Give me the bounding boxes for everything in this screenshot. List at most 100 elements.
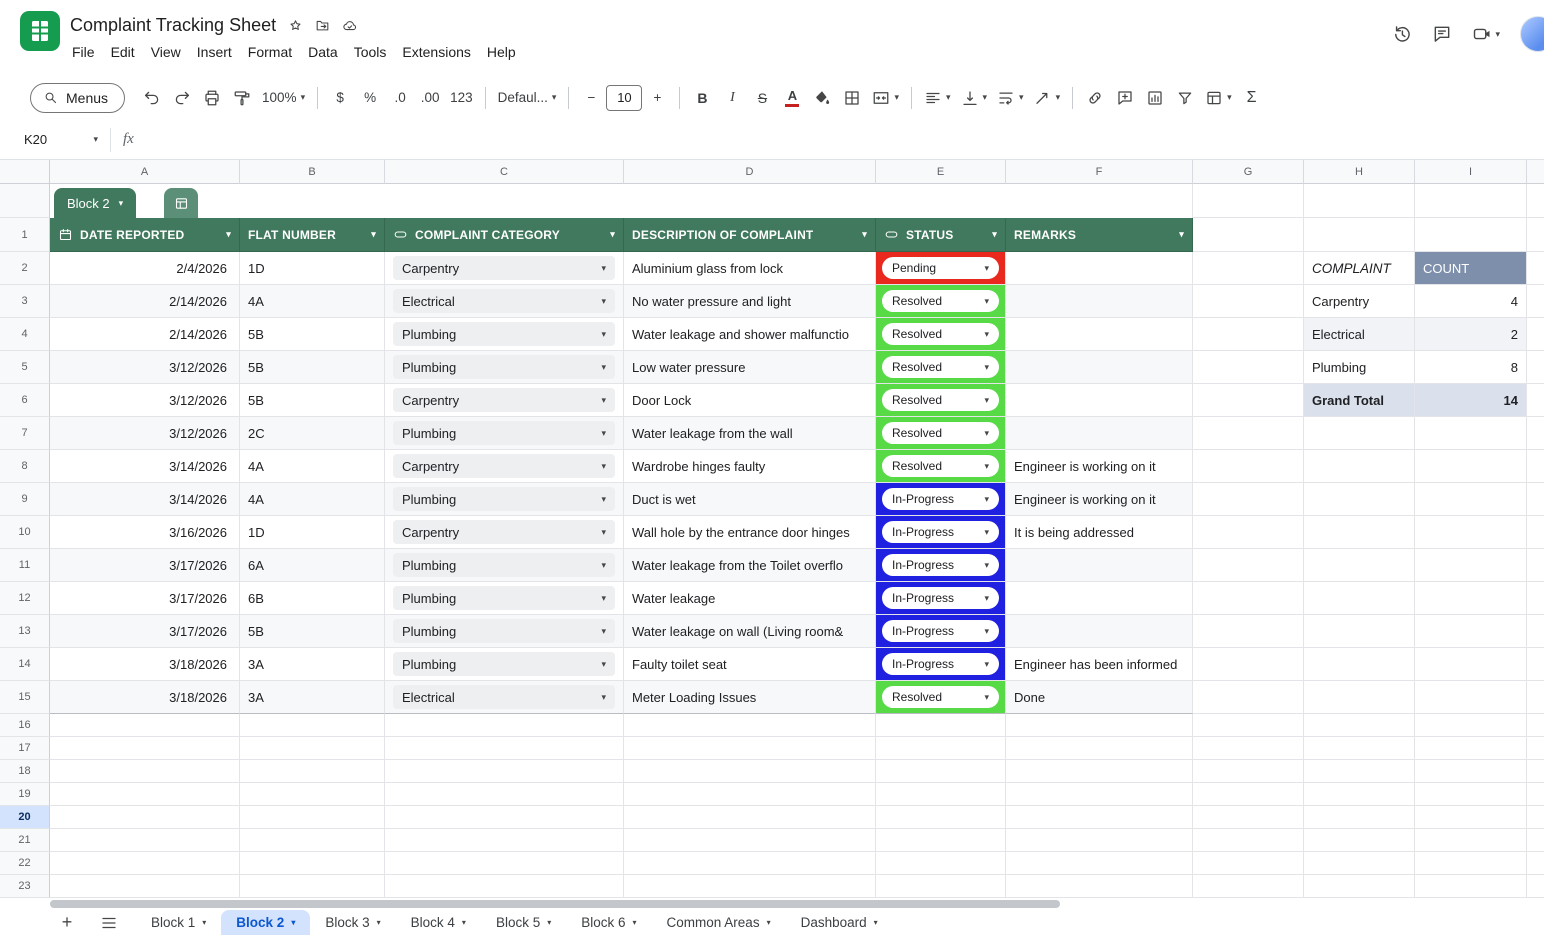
horizontal-align-button[interactable]: ▾: [919, 83, 956, 113]
menus-search-button[interactable]: Menus: [30, 82, 126, 113]
cell-description[interactable]: Wardrobe hinges faulty: [624, 450, 876, 483]
category-dropdown[interactable]: Electrical ▾: [393, 685, 615, 709]
cell[interactable]: [1304, 681, 1415, 714]
cell-category[interactable]: Plumbing ▾: [385, 318, 624, 351]
cell[interactable]: [1193, 384, 1304, 417]
cell-remarks[interactable]: [1006, 252, 1193, 285]
cell[interactable]: [240, 714, 385, 737]
cell[interactable]: [1193, 829, 1304, 852]
fill-color-button[interactable]: [807, 83, 837, 113]
row-number[interactable]: 22: [0, 852, 50, 875]
cell[interactable]: [1304, 549, 1415, 582]
category-dropdown[interactable]: Plumbing ▾: [393, 553, 615, 577]
cell[interactable]: [1193, 318, 1304, 351]
table-name-chip[interactable]: Block 2 ▾: [54, 188, 137, 218]
header-flat-number[interactable]: FLAT NUMBER ▾: [240, 218, 385, 252]
row-number[interactable]: 14: [0, 648, 50, 681]
cell[interactable]: [624, 829, 876, 852]
increase-decimal-button[interactable]: .00: [415, 83, 445, 113]
cell[interactable]: [1415, 516, 1527, 549]
cell[interactable]: [1304, 615, 1415, 648]
cell[interactable]: [1415, 648, 1527, 681]
cell-status[interactable]: In-Progress ▾: [876, 549, 1006, 582]
zoom-dropdown[interactable]: 100% ▾: [257, 83, 310, 113]
cell[interactable]: [1304, 450, 1415, 483]
cell-category[interactable]: Carpentry ▾: [385, 516, 624, 549]
cell-flat[interactable]: 5B: [240, 615, 385, 648]
cell[interactable]: [624, 852, 876, 875]
cell[interactable]: [1006, 760, 1193, 783]
cell-flat[interactable]: 5B: [240, 351, 385, 384]
menu-insert[interactable]: Insert: [189, 41, 240, 63]
decrease-decimal-button[interactable]: .0: [385, 83, 415, 113]
cell[interactable]: [1304, 852, 1415, 875]
paint-format-button[interactable]: [227, 83, 257, 113]
cell[interactable]: [876, 760, 1006, 783]
cell[interactable]: [1304, 582, 1415, 615]
category-dropdown[interactable]: Plumbing ▾: [393, 586, 615, 610]
row-number[interactable]: 9: [0, 483, 50, 516]
cell-date[interactable]: 3/12/2026: [50, 384, 240, 417]
menu-view[interactable]: View: [143, 41, 189, 63]
cell-category[interactable]: Plumbing ▾: [385, 351, 624, 384]
cell[interactable]: [1193, 760, 1304, 783]
cell[interactable]: [1415, 829, 1527, 852]
cell-remarks[interactable]: [1006, 318, 1193, 351]
cell[interactable]: [1304, 737, 1415, 760]
cell[interactable]: [1193, 582, 1304, 615]
cell-remarks[interactable]: Engineer is working on it: [1006, 483, 1193, 516]
status-dropdown[interactable]: Pending ▾: [882, 257, 999, 279]
row-number[interactable]: 5: [0, 351, 50, 384]
join-call-button[interactable]: ▾: [1472, 24, 1500, 44]
header-complaint-category[interactable]: COMPLAINT CATEGORY ▾: [385, 218, 624, 252]
row-number[interactable]: 23: [0, 875, 50, 898]
cell[interactable]: [624, 737, 876, 760]
column-header-d[interactable]: D: [624, 160, 876, 184]
cell[interactable]: [1304, 516, 1415, 549]
menu-tools[interactable]: Tools: [346, 41, 395, 63]
category-dropdown[interactable]: Plumbing ▾: [393, 652, 615, 676]
font-dropdown[interactable]: Defaul... ▾: [493, 83, 562, 113]
cell-date[interactable]: 2/14/2026: [50, 318, 240, 351]
column-header-a[interactable]: A: [50, 160, 240, 184]
category-dropdown[interactable]: Plumbing ▾: [393, 322, 615, 346]
cell-status[interactable]: Pending ▾: [876, 252, 1006, 285]
menu-extensions[interactable]: Extensions: [394, 41, 478, 63]
column-header-b[interactable]: B: [240, 160, 385, 184]
cell[interactable]: [240, 875, 385, 898]
cell[interactable]: [1304, 184, 1415, 218]
cell[interactable]: [1415, 852, 1527, 875]
sheet-tab-block-4[interactable]: Block 4 ▾: [396, 910, 481, 935]
cell[interactable]: [1415, 714, 1527, 737]
column-header-c[interactable]: C: [385, 160, 624, 184]
cell-remarks[interactable]: [1006, 582, 1193, 615]
select-all-corner[interactable]: [0, 160, 50, 184]
version-history-icon[interactable]: [1392, 24, 1412, 44]
cell[interactable]: [50, 714, 240, 737]
summary-header-complaint[interactable]: COMPLAINT: [1304, 252, 1415, 285]
cell[interactable]: [50, 852, 240, 875]
cell[interactable]: [1415, 582, 1527, 615]
text-wrap-button[interactable]: ▾: [992, 83, 1029, 113]
functions-button[interactable]: Σ: [1237, 83, 1267, 113]
row-number[interactable]: 6: [0, 384, 50, 417]
menu-data[interactable]: Data: [300, 41, 346, 63]
cell[interactable]: [1193, 615, 1304, 648]
increase-font-size-button[interactable]: +: [642, 83, 672, 113]
cell[interactable]: [1415, 783, 1527, 806]
cell[interactable]: [1193, 737, 1304, 760]
cell[interactable]: [1193, 184, 1304, 218]
cell[interactable]: [876, 875, 1006, 898]
cell[interactable]: [1415, 450, 1527, 483]
cell-description[interactable]: Water leakage on wall (Living room&: [624, 615, 876, 648]
cell-remarks[interactable]: [1006, 417, 1193, 450]
column-header-e[interactable]: E: [876, 160, 1006, 184]
status-dropdown[interactable]: Resolved ▾: [882, 389, 999, 411]
summary-row-count[interactable]: 4: [1415, 285, 1527, 318]
sheet-tab-block-6[interactable]: Block 6 ▾: [566, 910, 651, 935]
cell[interactable]: [1193, 714, 1304, 737]
cell[interactable]: [1304, 760, 1415, 783]
cell-category[interactable]: Carpentry ▾: [385, 252, 624, 285]
cell[interactable]: [1006, 829, 1193, 852]
cell[interactable]: [1193, 783, 1304, 806]
